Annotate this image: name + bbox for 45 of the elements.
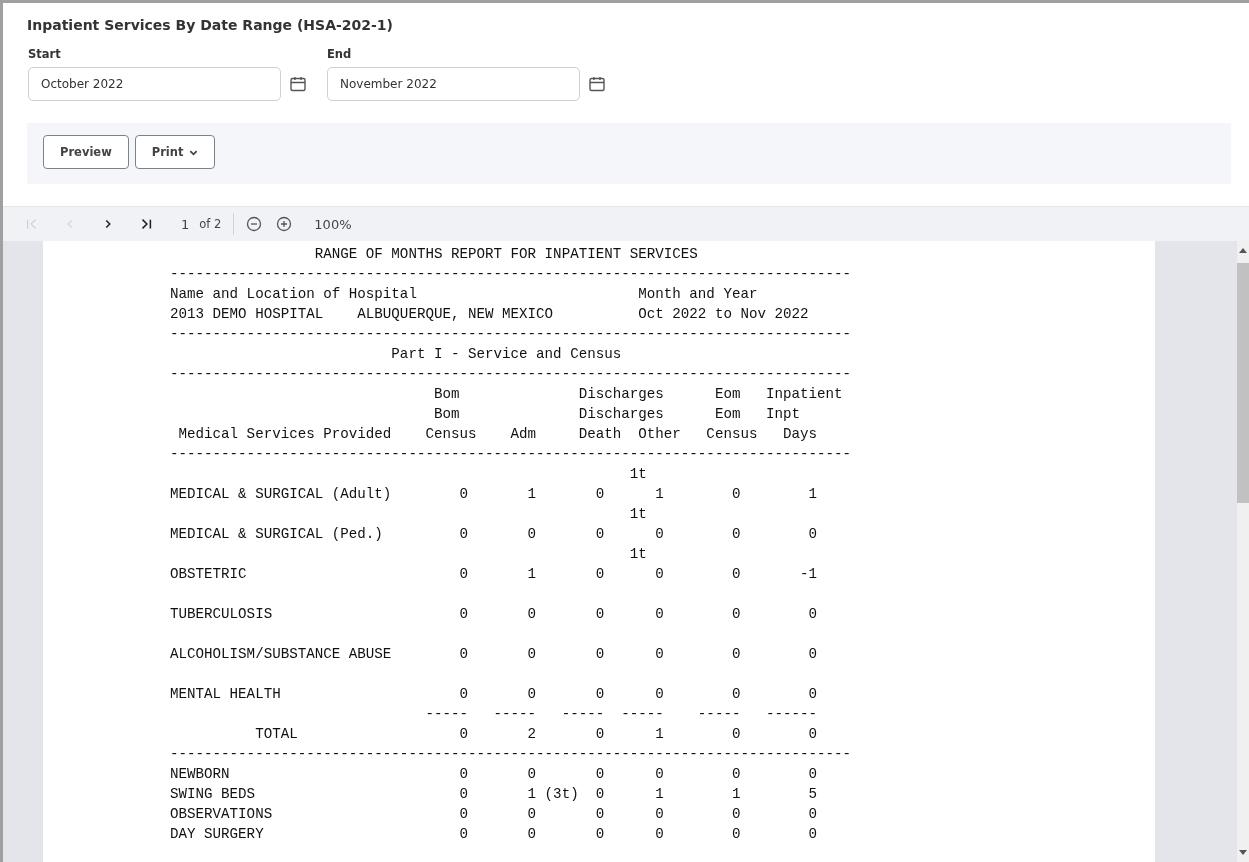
report-line: NEWBORN 0 0 0 0 0 0	[170, 765, 818, 784]
field-label: End	[327, 47, 353, 61]
date-field[interactable]: October 2022	[28, 67, 281, 101]
page-number[interactable]: 1	[181, 216, 190, 232]
scrollbar-thumb[interactable]	[1237, 263, 1249, 503]
report-line: TOTAL 0 2 0 1 0 0	[254, 725, 818, 744]
field-label: Start	[28, 47, 62, 61]
date-field[interactable]: November 2022	[327, 67, 580, 101]
zoom-in-icon[interactable]	[276, 216, 293, 232]
calendar-icon[interactable]	[289, 75, 307, 93]
report-note: 1t	[628, 505, 647, 524]
report-line: --------------------------------------------------------------------------------	[170, 265, 852, 284]
report-line: MEDICAL & SURGICAL (Adult) 0 1 0 1 0 1	[170, 485, 818, 504]
calendar-icon[interactable]	[588, 75, 606, 93]
zoom-out-icon[interactable]	[246, 216, 263, 232]
report-line: Name and Location of Hospital Month and Year	[170, 285, 758, 304]
page-count: of 2	[199, 217, 222, 231]
report-line: ----- ----- ----- ----- ----- ------	[424, 705, 818, 724]
report-note: 1t	[628, 545, 647, 564]
report-line: --------------------------------------------------------------------------------	[170, 325, 852, 344]
report-line: --------------------------------------------------------------------------------	[170, 445, 852, 464]
scrollbar[interactable]	[1237, 241, 1249, 862]
report-line: --------------------------------------------------------------------------------	[170, 745, 852, 764]
report-line: OBSERVATIONS 0 0 0 0 0 0	[170, 805, 818, 824]
page-title: Inpatient Services By Date Range (HSA-202-1)	[27, 17, 394, 33]
dropdown-button[interactable]: Print	[134, 135, 215, 169]
report-line: Bom Discharges Eom Inpt	[432, 405, 801, 424]
scroll-down-icon[interactable]	[1239, 850, 1247, 856]
report-line: TUBERCULOSIS 0 0 0 0 0 0	[170, 605, 818, 624]
report-line: OBSTETRIC 0 1 0 0 0 -1	[170, 565, 818, 584]
report-line: MEDICAL & SURGICAL (Ped.) 0 0 0 0 0 0	[170, 525, 818, 544]
report-line: Medical Services Provided Census Adm Death Other Census Days	[177, 425, 818, 444]
report-line: 2013 DEMO HOSPITAL ALBUQUERQUE, NEW MEXICO Oct 2022 to Nov 2022	[170, 305, 809, 324]
report-line: MENTAL HEALTH 0 0 0 0 0 0	[170, 685, 818, 704]
report-line: SWING BEDS 0 1 (3t) 0 1 1 5	[170, 785, 818, 804]
report-note: 1t	[628, 465, 647, 484]
report-line: --------------------------------------------------------------------------------	[170, 365, 852, 384]
report-line: DAY SURGERY 0 0 0 0 0 0	[170, 825, 818, 844]
report-line: Bom Discharges Eom Inpatient	[432, 385, 843, 404]
zoom-level: 100%	[314, 216, 352, 232]
report-line: RANGE OF MONTHS REPORT FOR INPATIENT SERVICES	[313, 245, 698, 264]
scroll-up-icon[interactable]	[1239, 247, 1247, 253]
report-line: Part I - Service and Census	[390, 345, 622, 364]
action-button[interactable]: Preview	[43, 135, 129, 169]
report-line: ALCOHOLISM/SUBSTANCE ABUSE 0 0 0 0 0 0	[170, 645, 818, 664]
